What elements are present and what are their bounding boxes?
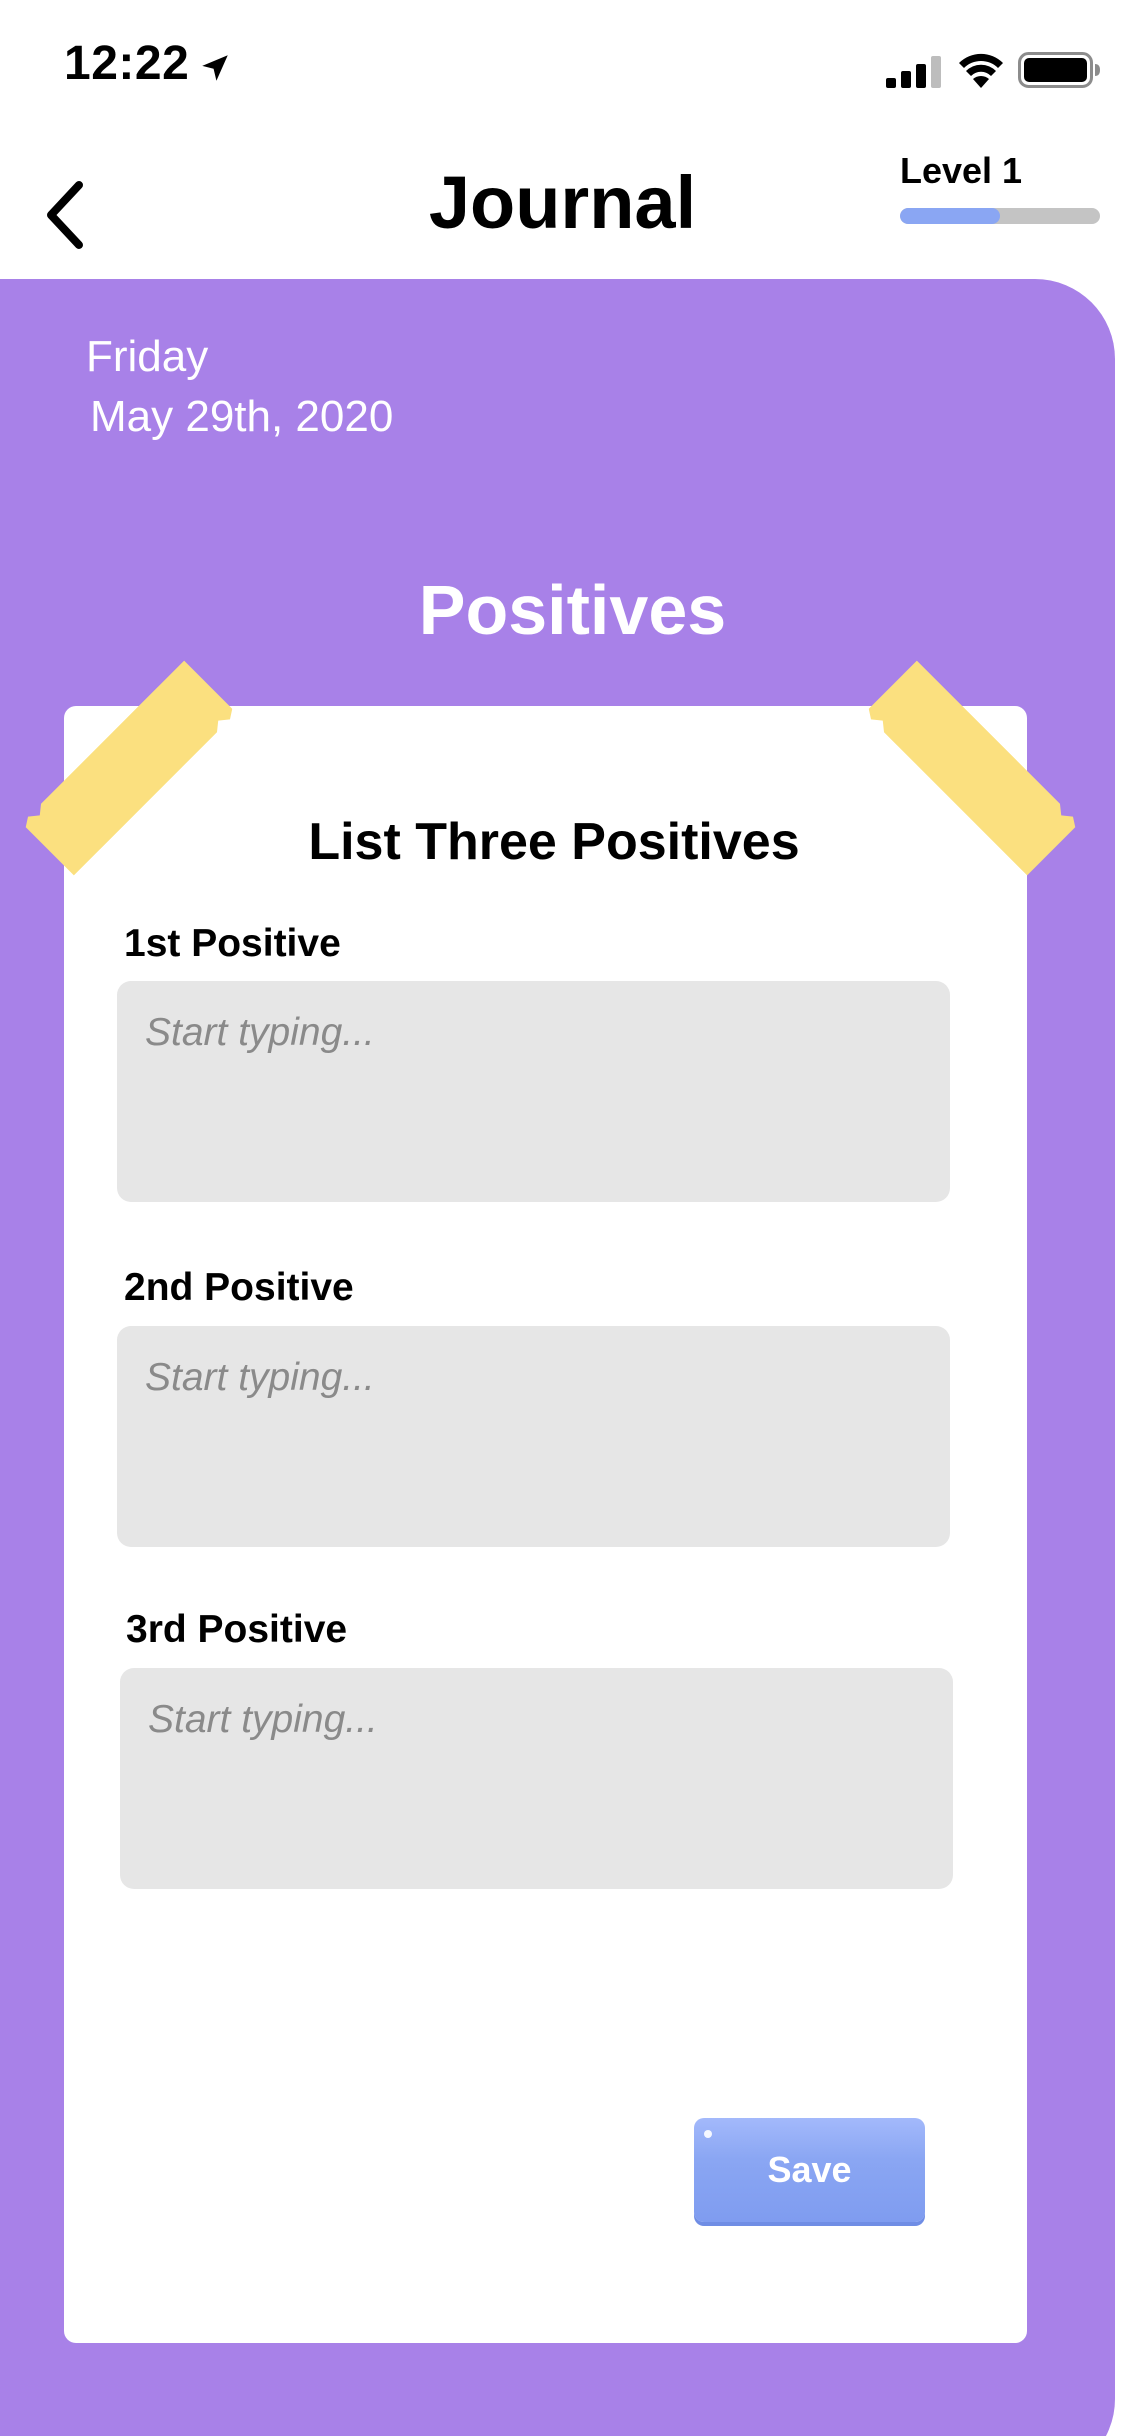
- save-button[interactable]: Save: [694, 2118, 925, 2222]
- positive-3-label: 3rd Positive: [126, 1608, 348, 1651]
- status-bar: 12:22: [0, 0, 1125, 132]
- save-button-label: Save: [767, 2149, 852, 2190]
- date-label: May 29th, 2020: [90, 392, 394, 441]
- button-shine-decoration: [704, 2130, 712, 2138]
- positive-3-input[interactable]: [120, 1668, 953, 1889]
- status-time: 12:22: [64, 37, 190, 90]
- section-title: Positives: [418, 571, 727, 649]
- cellular-signal-icon: [886, 56, 941, 88]
- card-title: List Three Positives: [308, 813, 800, 871]
- level-progress-fill: [900, 208, 1000, 224]
- positive-1-label: 1st Positive: [124, 922, 341, 965]
- positive-2-input[interactable]: [117, 1326, 950, 1547]
- positive-1-input[interactable]: [117, 981, 950, 1202]
- level-progress-bar: [900, 208, 1100, 224]
- day-label: Friday: [86, 332, 209, 381]
- battery-icon: [1018, 52, 1100, 88]
- positive-2-label: 2nd Positive: [124, 1266, 354, 1309]
- journal-screen: 12:22 Journal Level 1 Friday May 29th, 2…: [0, 0, 1125, 2436]
- location-arrow-icon: [202, 55, 228, 81]
- wifi-icon: [959, 53, 1003, 88]
- level-label: Level 1: [900, 150, 1023, 191]
